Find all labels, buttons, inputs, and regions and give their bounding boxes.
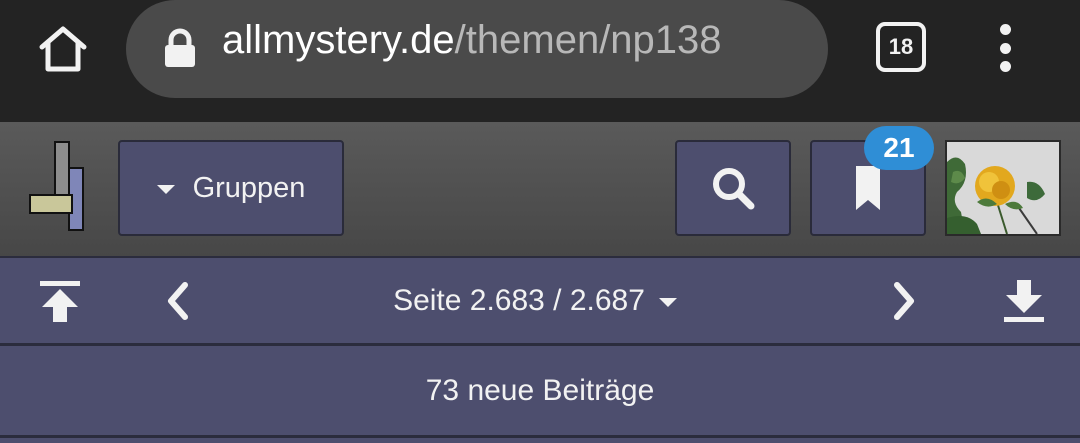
new-posts-button[interactable]: 73 neue Beiträge bbox=[0, 346, 1080, 438]
search-icon bbox=[713, 168, 755, 210]
new-posts-label: 73 neue Beiträge bbox=[425, 373, 655, 407]
divider bbox=[0, 438, 1080, 443]
tab-count: 18 bbox=[888, 34, 914, 59]
browser-toolbar: allmystery.de/themen/np138 18 bbox=[0, 0, 1080, 122]
url-host: allmystery.de bbox=[222, 18, 455, 62]
address-bar[interactable]: allmystery.de/themen/np138 bbox=[126, 0, 828, 98]
caret-down-icon bbox=[156, 185, 175, 194]
home-icon bbox=[39, 26, 87, 72]
url-path: /themen/np138 bbox=[454, 18, 722, 62]
groups-label: Gruppen bbox=[192, 171, 306, 204]
groups-dropdown-button[interactable]: Gruppen bbox=[118, 140, 344, 236]
jump-top-icon bbox=[40, 281, 80, 322]
search-button[interactable] bbox=[675, 140, 791, 236]
avatar[interactable] bbox=[945, 140, 1061, 236]
jump-to-top-button[interactable] bbox=[32, 276, 88, 326]
page-navigation: Seite 2.683 / 2.687 bbox=[0, 256, 1080, 346]
jump-to-bottom-button[interactable] bbox=[996, 276, 1052, 326]
bookmark-count: 21 bbox=[883, 132, 915, 163]
avatar-image bbox=[947, 142, 1059, 234]
page-label: Seite 2.683 / 2.687 bbox=[393, 284, 645, 317]
caret-down-icon bbox=[658, 298, 677, 307]
url-text: allmystery.de/themen/np138 bbox=[222, 18, 722, 63]
bookmark-icon bbox=[856, 166, 880, 210]
chevron-right-icon bbox=[894, 282, 914, 320]
site-logo[interactable] bbox=[26, 140, 92, 234]
chevron-left-icon bbox=[168, 282, 188, 320]
home-button[interactable] bbox=[30, 16, 96, 82]
page-selector[interactable]: Seite 2.683 / 2.687 bbox=[360, 276, 710, 326]
lock-icon bbox=[165, 28, 195, 67]
previous-page-button[interactable] bbox=[150, 276, 206, 326]
next-page-button[interactable] bbox=[876, 276, 932, 326]
tabs-button[interactable]: 18 bbox=[876, 22, 926, 72]
jump-bottom-icon bbox=[1004, 280, 1044, 322]
more-vert-icon[interactable] bbox=[980, 18, 1030, 78]
bookmark-count-badge: 21 bbox=[864, 126, 934, 170]
